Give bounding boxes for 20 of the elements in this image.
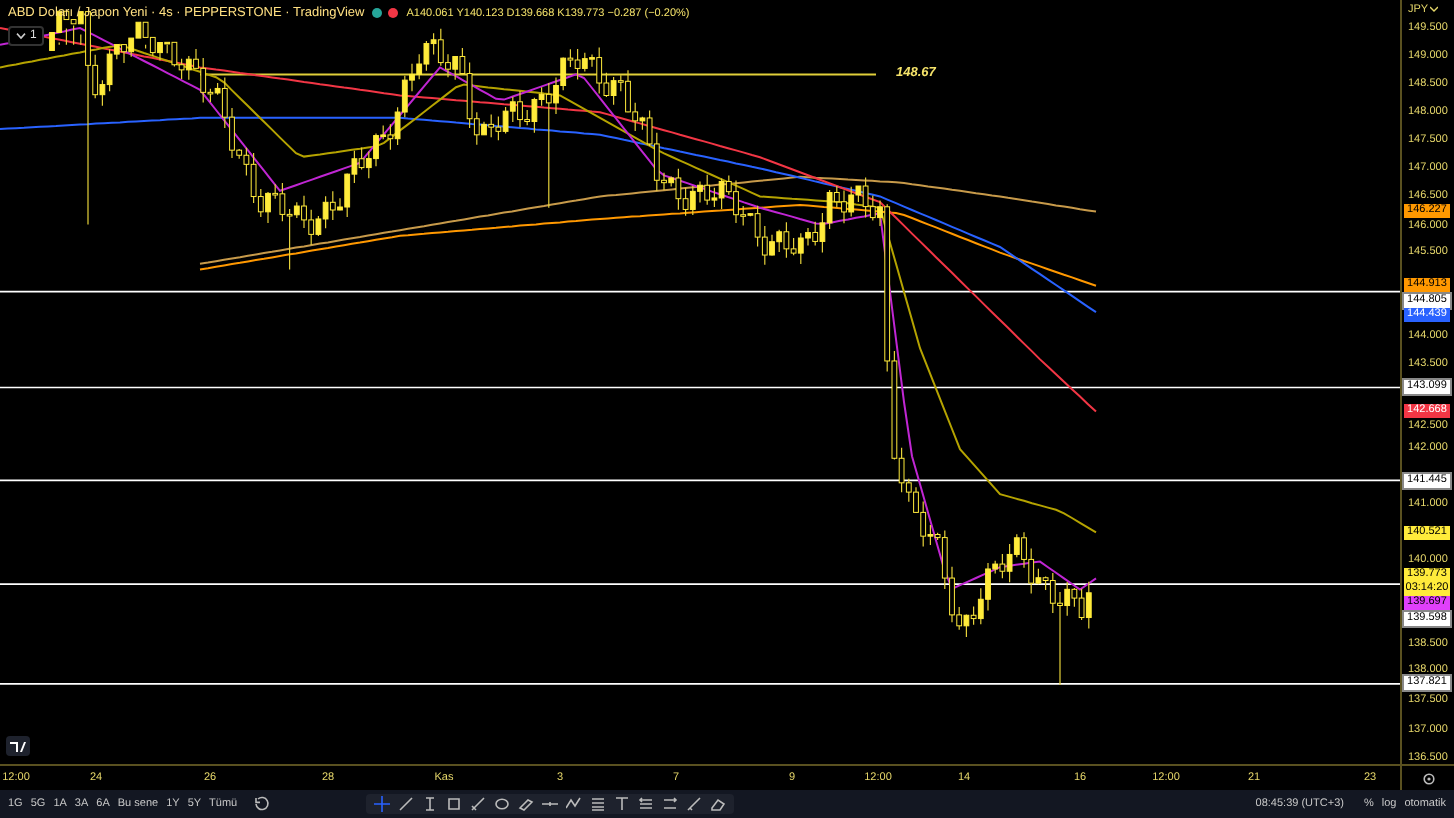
arrows-icon[interactable] — [637, 796, 654, 812]
horizontal-line[interactable] — [0, 386, 1400, 389]
ruler-icon[interactable] — [685, 796, 702, 812]
parallel-lines-icon[interactable] — [661, 796, 678, 812]
horizontal-line[interactable] — [0, 479, 1400, 482]
horizontal-line-icon[interactable] — [541, 796, 558, 812]
rectangle-icon[interactable] — [445, 796, 462, 812]
chevron-icon — [16, 32, 26, 40]
text-cursor-icon[interactable] — [421, 796, 438, 812]
horizontal-line[interactable] — [0, 290, 1400, 293]
caret-icon — [1430, 6, 1439, 12]
lines-icon[interactable] — [589, 796, 606, 812]
text-icon[interactable] — [613, 796, 630, 812]
line-tool-icon[interactable] — [397, 796, 414, 812]
logo-icon — [6, 736, 30, 756]
eraser-icon[interactable] — [709, 796, 726, 812]
replay-icon[interactable] — [253, 796, 270, 812]
crosshair-icon[interactable] — [373, 796, 390, 812]
settings-icon[interactable] — [1421, 771, 1435, 785]
zigzag-icon[interactable] — [565, 796, 582, 812]
